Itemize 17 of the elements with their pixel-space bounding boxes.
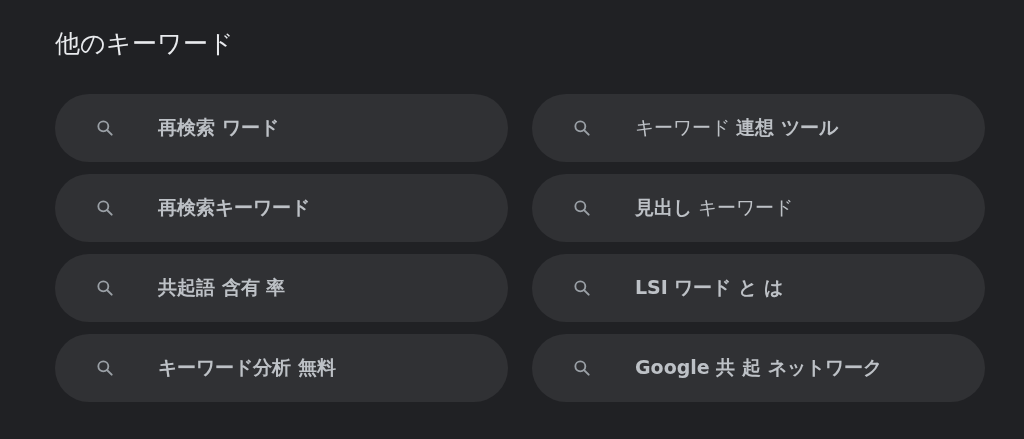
search-icon bbox=[95, 278, 115, 298]
related-search-chip[interactable]: LSI ワード と は bbox=[532, 254, 985, 322]
search-icon bbox=[95, 118, 115, 138]
search-icon bbox=[572, 278, 592, 298]
related-search-chip[interactable]: キーワード分析 無料 bbox=[55, 334, 508, 402]
search-icon bbox=[572, 118, 592, 138]
search-icon bbox=[572, 198, 592, 218]
search-icon bbox=[95, 198, 115, 218]
related-search-chip[interactable]: 見出し キーワード bbox=[532, 174, 985, 242]
related-search-chip[interactable]: 再検索キーワード bbox=[55, 174, 508, 242]
search-icon bbox=[95, 358, 115, 378]
related-search-chip[interactable]: 共起語 含有 率 bbox=[55, 254, 508, 322]
search-icon bbox=[572, 358, 592, 378]
related-search-chip[interactable]: Google 共 起 ネットワーク bbox=[532, 334, 985, 402]
related-search-chip[interactable]: キーワード 連想 ツール bbox=[532, 94, 985, 162]
related-search-chip[interactable]: 再検索 ワード bbox=[55, 94, 508, 162]
section-title: 他のキーワード bbox=[55, 28, 235, 60]
